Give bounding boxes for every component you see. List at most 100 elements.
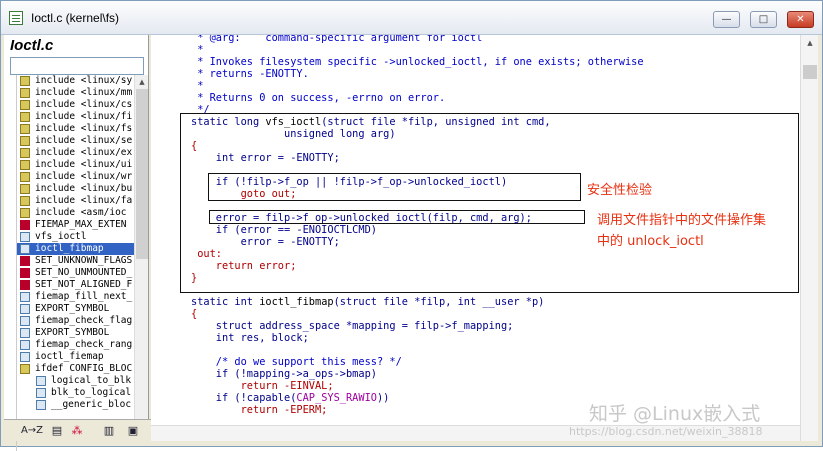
code-line: return -EPERM; bbox=[191, 404, 328, 416]
code-line: * bbox=[191, 44, 203, 56]
security-check-box bbox=[208, 173, 581, 201]
symbol-item[interactable]: include <linux/fi bbox=[17, 111, 134, 123]
code-line: * @arg: command-specific argument for io… bbox=[191, 35, 482, 44]
symbol-item[interactable]: SET_NO_UNMOUNTED_ bbox=[17, 267, 134, 279]
include-icon bbox=[20, 100, 30, 110]
symbol-item-label: include <linux/ui bbox=[35, 159, 133, 170]
symbol-item-label: FIEMAP_MAX_EXTEN bbox=[35, 219, 127, 230]
symbol-item[interactable]: include <linux/ex bbox=[17, 147, 134, 159]
symbol-panel: Ioctl.c include <linux/sy include <linux/… bbox=[4, 35, 149, 451]
symbol-item[interactable]: __generic_bloc bbox=[17, 399, 134, 411]
symbol-item[interactable]: ioctl_fibmap bbox=[17, 243, 134, 255]
define-icon bbox=[20, 280, 30, 290]
scrollbar-thumb[interactable] bbox=[136, 89, 148, 259]
include-icon bbox=[20, 196, 30, 206]
symbol-item[interactable]: vfs_ioctl bbox=[17, 231, 134, 243]
symbol-item-label: SET_UNKNOWN_FLAGS bbox=[35, 255, 133, 266]
code-token: static int bbox=[191, 296, 260, 308]
symbol-item[interactable]: logical_to_blk bbox=[17, 375, 134, 387]
symbol-item-label: EXPORT_SYMBOL bbox=[35, 327, 110, 338]
symbol-item[interactable]: EXPORT_SYMBOL bbox=[17, 327, 134, 339]
symbol-item[interactable]: EXPORT_SYMBOL bbox=[17, 303, 134, 315]
symbol-item[interactable]: include <linux/bu bbox=[17, 183, 134, 195]
symbol-item[interactable]: SET_NOT_ALIGNED_F bbox=[17, 279, 134, 291]
code-line: * Invokes filesystem specific ->unlocked… bbox=[191, 56, 644, 68]
include-icon bbox=[20, 88, 30, 98]
vfs-ioctl-highlight-box bbox=[180, 113, 799, 293]
symbol-item-label: include <linux/ex bbox=[35, 147, 133, 158]
include-icon bbox=[20, 208, 30, 218]
symbol-types-icon[interactable]: ⁂ bbox=[68, 423, 86, 439]
symbol-item-label: SET_NOT_ALIGNED_F bbox=[35, 279, 133, 290]
symbol-item[interactable]: include <asm/ioc bbox=[17, 207, 134, 219]
function-icon bbox=[20, 340, 30, 350]
window-title: Ioctl.c (kernel\fs) bbox=[31, 11, 120, 25]
symbol-item[interactable]: include <linux/sy bbox=[17, 75, 134, 87]
symbol-item[interactable]: include <linux/wr bbox=[17, 171, 134, 183]
symbol-item[interactable]: FIEMAP_MAX_EXTEN bbox=[17, 219, 134, 231]
symbol-item[interactable]: ioctl_fiemap bbox=[17, 351, 134, 363]
code-line: * Returns 0 on success, -errno on error. bbox=[191, 92, 445, 104]
include-icon bbox=[20, 148, 30, 158]
code-line: if (!mapping->a_ops->bmap) bbox=[191, 368, 377, 380]
book-icon[interactable]: ▥ bbox=[100, 423, 118, 439]
code-line: * returns -ENOTTY. bbox=[191, 68, 309, 80]
code-line: return -EINVAL; bbox=[191, 380, 334, 392]
title-bar[interactable]: Ioctl.c (kernel\fs) — □ ✕ bbox=[1, 1, 822, 35]
code-line: static int ioctl_fibmap(struct file *fil… bbox=[191, 296, 544, 308]
define-icon bbox=[20, 268, 30, 278]
function-icon bbox=[20, 304, 30, 314]
code-token: if (!mapping->a_ops->bmap) bbox=[191, 368, 377, 380]
symbol-list[interactable]: include <linux/sy include <linux/mm includ… bbox=[16, 75, 134, 451]
function-icon bbox=[20, 244, 30, 254]
symbol-item[interactable]: include <linux/ui bbox=[17, 159, 134, 171]
code-line: * bbox=[191, 80, 203, 92]
symbol-item[interactable]: SET_UNKNOWN_FLAGS bbox=[17, 255, 134, 267]
code-token: ioctl_fibmap bbox=[259, 296, 334, 308]
symbol-item[interactable]: include <linux/se bbox=[17, 135, 134, 147]
code-token: return -EINVAL; bbox=[191, 380, 334, 392]
code-token: * bbox=[191, 80, 204, 92]
symbol-item[interactable]: fiemap_check_rang bbox=[17, 339, 134, 351]
function-icon bbox=[36, 400, 46, 410]
function-icon bbox=[20, 328, 30, 338]
symbol-search-input[interactable] bbox=[10, 57, 144, 75]
code-token: return -EPERM; bbox=[191, 404, 328, 416]
include-icon bbox=[20, 364, 30, 374]
list-view-icon[interactable]: ▤ bbox=[48, 423, 66, 439]
include-icon bbox=[20, 112, 30, 122]
scroll-up-icon[interactable]: ▲ bbox=[136, 76, 148, 88]
symbol-item[interactable]: include <linux/fa bbox=[17, 195, 134, 207]
settings-icon[interactable]: ▣ bbox=[124, 423, 142, 439]
include-icon bbox=[20, 172, 30, 182]
sort-alpha-button[interactable]: A→Z bbox=[20, 423, 44, 439]
symbol-item[interactable]: fiemap_fill_next_ bbox=[17, 291, 134, 303]
symbol-item-label: ifdef CONFIG_BLOC bbox=[35, 363, 133, 374]
symbol-item[interactable]: include <linux/cs bbox=[17, 99, 134, 111]
define-icon bbox=[20, 220, 30, 230]
symbol-item[interactable]: ifdef CONFIG_BLOC bbox=[17, 363, 134, 375]
symbol-list-scrollbar[interactable]: ▲ ▼ bbox=[134, 75, 148, 439]
include-icon bbox=[20, 184, 30, 194]
include-icon bbox=[20, 124, 30, 134]
code-token: struct address_space *mapping = filp->f_… bbox=[191, 320, 514, 332]
symbol-item-label: include <linux/se bbox=[35, 135, 133, 146]
code-token: * Invokes filesystem specific ->unlocked… bbox=[191, 56, 644, 68]
symbol-item[interactable]: include <linux/fs bbox=[17, 123, 134, 135]
symbol-item-label: include <linux/sy bbox=[35, 75, 133, 86]
symbol-item[interactable]: fiemap_check_flag bbox=[17, 315, 134, 327]
symbol-item-label: ioctl_fibmap bbox=[35, 243, 104, 254]
maximize-button[interactable]: □ bbox=[750, 11, 777, 28]
code-vertical-scrollbar[interactable]: ▲ bbox=[800, 35, 818, 441]
function-icon bbox=[20, 352, 30, 362]
minimize-button[interactable]: — bbox=[713, 11, 740, 28]
scroll-up-icon[interactable]: ▲ bbox=[804, 37, 816, 49]
close-button[interactable]: ✕ bbox=[787, 11, 814, 28]
symbol-item[interactable]: include <linux/mm bbox=[17, 87, 134, 99]
symbol-item-label: include <linux/fs bbox=[35, 123, 133, 134]
symbol-item[interactable]: blk_to_logical bbox=[17, 387, 134, 399]
symbol-item-label: include <linux/fa bbox=[35, 195, 133, 206]
code-token: (struct file *filp, int __user *p) bbox=[333, 296, 545, 308]
symbol-item-label: ioctl_fiemap bbox=[35, 351, 104, 362]
scrollbar-thumb[interactable] bbox=[803, 65, 817, 79]
